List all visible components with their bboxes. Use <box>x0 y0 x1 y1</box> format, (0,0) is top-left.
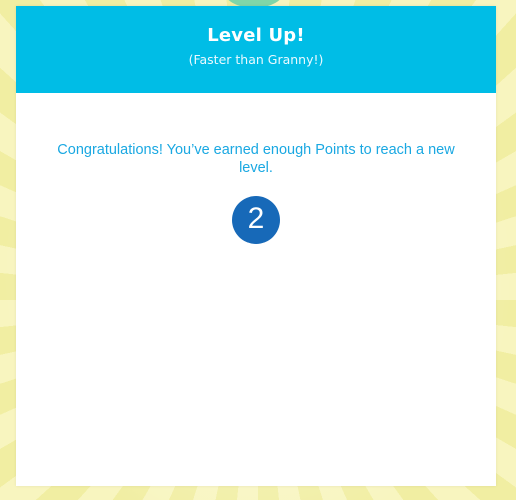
dialog-title: Level Up! <box>207 25 305 46</box>
level-number-badge: 2 <box>232 196 280 244</box>
dialog-header: Level Up! (Faster than Granny!) <box>16 6 496 93</box>
dialog-subtitle: (Faster than Granny!) <box>188 52 324 67</box>
level-up-dialog: Level Up! (Faster than Granny!) Congratu… <box>16 6 496 486</box>
congratulations-message: Congratulations! You’ve earned enough Po… <box>57 142 455 176</box>
